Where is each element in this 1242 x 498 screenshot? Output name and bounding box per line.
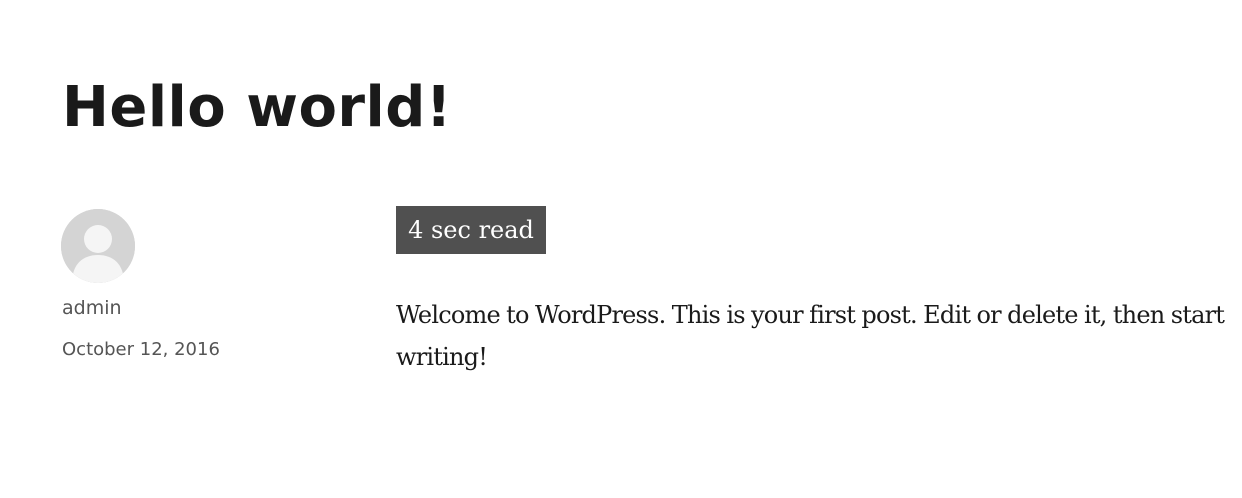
author-name[interactable]: admin bbox=[62, 295, 122, 321]
post-content: Welcome to WordPress. This is your first… bbox=[396, 301, 1225, 371]
default-avatar-icon bbox=[61, 209, 135, 283]
post-title: Hello world! bbox=[62, 75, 452, 140]
read-time-badge: 4 sec read bbox=[396, 206, 546, 254]
author-avatar[interactable] bbox=[61, 209, 135, 283]
author-meta: admin October 12, 2016 bbox=[61, 209, 361, 360]
post-date[interactable]: October 12, 2016 bbox=[62, 337, 220, 363]
